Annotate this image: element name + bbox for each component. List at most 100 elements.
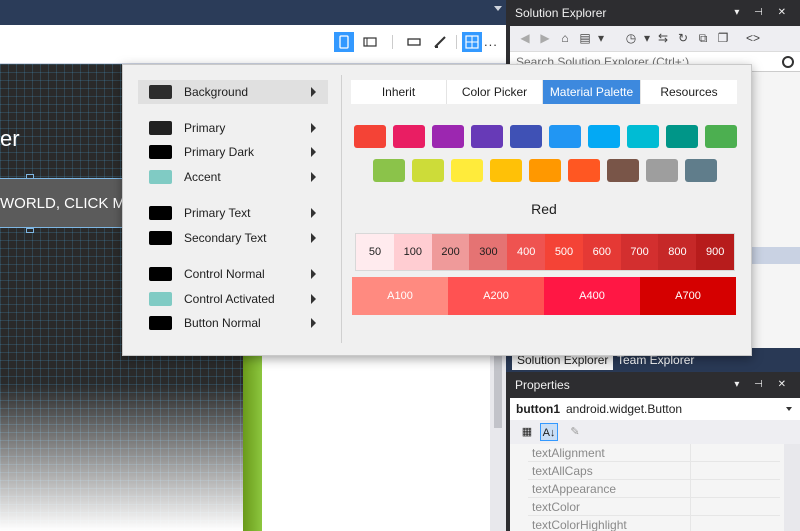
resource-label: Primary Text <box>184 206 251 220</box>
palette-color-swatch[interactable] <box>666 125 698 148</box>
shade-swatch[interactable]: 200 <box>431 234 470 270</box>
more-options-button[interactable]: ... <box>484 34 498 49</box>
chevron-down-icon[interactable] <box>786 407 792 411</box>
palette-color-swatch[interactable] <box>471 125 503 148</box>
tab-color-picker[interactable]: Color Picker <box>447 80 543 104</box>
ruler-icon[interactable] <box>404 32 424 52</box>
shade-swatch[interactable]: 100 <box>393 234 432 270</box>
forward-icon[interactable]: ▶ <box>538 31 552 45</box>
resource-label: Accent <box>184 170 221 184</box>
shade-swatch[interactable]: 800 <box>658 234 697 270</box>
properties-panel: Properties ▾ ⊣ ✕ button1 android.widget.B… <box>506 372 800 531</box>
scrollbar-thumb[interactable] <box>494 348 502 428</box>
sync-icon[interactable]: ⇆ <box>656 31 670 45</box>
chevron-right-icon <box>311 123 316 133</box>
palette-color-swatch[interactable] <box>373 159 405 182</box>
shade-swatch[interactable]: 300 <box>469 234 508 270</box>
object-selector[interactable]: button1 android.widget.Button <box>510 398 800 420</box>
accent-shade-row: A100 A200 A400 A700 <box>352 277 736 315</box>
selection-handle[interactable] <box>26 174 34 179</box>
categorized-icon[interactable]: ▦ <box>518 423 536 441</box>
resource-label: Primary <box>184 121 226 135</box>
chevron-right-icon <box>311 87 316 97</box>
shade-swatch[interactable]: 50 <box>356 234 394 270</box>
palette-color-swatch[interactable] <box>490 159 522 182</box>
tablet-icon[interactable] <box>360 32 380 52</box>
resource-item[interactable]: Button Normal <box>138 311 328 335</box>
resource-item[interactable]: Primary <box>138 116 328 140</box>
sort-alphabetical-icon[interactable]: A↓ <box>540 423 558 441</box>
palette-color-swatch[interactable] <box>607 159 639 182</box>
accent-swatch[interactable]: A700 <box>640 277 736 315</box>
panel-window-buttons[interactable]: ▾ ⊣ ✕ <box>734 372 792 398</box>
accent-swatch[interactable]: A100 <box>352 277 448 315</box>
wrench-icon[interactable]: ✎ <box>566 423 584 441</box>
search-icon[interactable] <box>782 56 794 68</box>
palette-color-swatch[interactable] <box>432 125 464 148</box>
accent-swatch[interactable]: A400 <box>544 277 640 315</box>
tab-resources[interactable]: Resources <box>641 80 737 104</box>
palette-color-swatch[interactable] <box>588 125 620 148</box>
refresh-icon[interactable]: ↻ <box>676 31 690 45</box>
resource-item[interactable]: Primary Dark <box>138 140 328 164</box>
resource-item[interactable]: Control Activated <box>138 287 328 311</box>
palette-color-swatch[interactable] <box>685 159 717 182</box>
chevron-right-icon <box>311 294 316 304</box>
property-row[interactable]: textColorHighlight <box>528 516 780 531</box>
pending-changes-icon[interactable]: ◷ <box>624 31 638 45</box>
color-swatch <box>149 292 172 306</box>
tab-inherit[interactable]: Inherit <box>351 80 447 104</box>
shade-swatch[interactable]: 900 <box>696 234 735 270</box>
palette-color-swatch[interactable] <box>354 125 386 148</box>
chevron-down-icon[interactable]: ▾ <box>594 31 608 45</box>
palette-color-swatch[interactable] <box>705 125 737 148</box>
palette-color-swatch[interactable] <box>412 159 444 182</box>
resource-item[interactable]: Accent <box>138 165 328 189</box>
property-row[interactable]: textColor <box>528 498 780 516</box>
resource-item[interactable]: Background <box>138 80 328 104</box>
palette-color-swatch[interactable] <box>549 125 581 148</box>
shade-swatch[interactable]: 600 <box>582 234 621 270</box>
home-icon[interactable]: ⌂ <box>558 31 572 45</box>
chevron-right-icon <box>311 269 316 279</box>
color-shade-row: 50 100 200 300 400 500 600 700 800 900 <box>355 233 735 271</box>
palette-color-swatch[interactable] <box>451 159 483 182</box>
collapse-all-icon[interactable]: ⧉ <box>696 31 710 45</box>
property-row[interactable]: textAppearance <box>528 480 780 498</box>
chevron-right-icon <box>311 172 316 182</box>
brush-icon[interactable] <box>430 32 450 52</box>
properties-scrollbar[interactable] <box>784 444 800 531</box>
back-icon[interactable]: ◀ <box>518 31 532 45</box>
resource-label: Button Normal <box>184 316 261 330</box>
resource-item[interactable]: Control Normal <box>138 262 328 286</box>
property-row[interactable]: textAllCaps <box>528 462 780 480</box>
property-row[interactable]: textAlignment <box>528 444 780 462</box>
resource-item[interactable]: Primary Text <box>138 201 328 225</box>
shade-swatch[interactable]: 700 <box>620 234 659 270</box>
palette-color-swatch[interactable] <box>393 125 425 148</box>
chevron-down-icon[interactable] <box>494 6 502 11</box>
chevron-right-icon <box>311 147 316 157</box>
panel-window-buttons[interactable]: ▾ ⊣ ✕ <box>734 0 792 26</box>
palette-color-swatch[interactable] <box>510 125 542 148</box>
canvas-button-widget[interactable]: WORLD, CLICK ME <box>0 178 126 228</box>
selection-handle[interactable] <box>26 228 34 233</box>
code-view-icon[interactable]: <> <box>746 31 760 45</box>
copy-icon[interactable]: ❐ <box>716 31 730 45</box>
resource-item[interactable]: Secondary Text <box>138 226 328 250</box>
palette-color-swatch[interactable] <box>529 159 561 182</box>
tab-material-palette[interactable]: Material Palette <box>543 80 641 104</box>
layout-icon[interactable] <box>462 32 482 52</box>
color-picker-popup: Background Primary Primary Dark Accent Prima… <box>122 64 752 356</box>
palette-color-swatch[interactable] <box>646 159 678 182</box>
chevron-down-icon[interactable]: ▾ <box>640 31 654 45</box>
switch-views-icon[interactable]: ▤ <box>578 31 592 45</box>
shade-swatch[interactable]: 400 <box>507 234 546 270</box>
palette-color-swatch[interactable] <box>568 159 600 182</box>
panel-title: Solution Explorer <box>515 6 607 20</box>
palette-color-swatch[interactable] <box>627 125 659 148</box>
shade-swatch[interactable]: 500 <box>545 234 583 270</box>
accent-swatch[interactable]: A200 <box>448 277 544 315</box>
resource-label: Secondary Text <box>184 231 267 245</box>
phone-icon[interactable] <box>334 32 354 52</box>
